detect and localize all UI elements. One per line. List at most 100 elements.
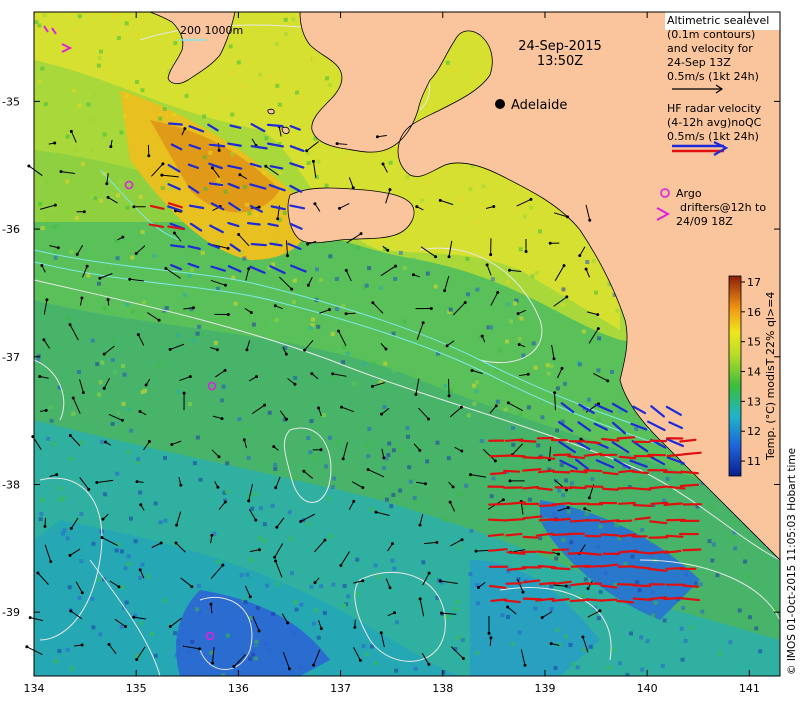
altimetry-vector-head bbox=[463, 301, 467, 305]
sst-pixel bbox=[291, 630, 296, 635]
altimetry-vector-head bbox=[418, 523, 422, 527]
sst-pixel bbox=[254, 639, 259, 644]
altimetry-vector-head bbox=[257, 629, 261, 633]
sst-pixel bbox=[475, 601, 480, 606]
altimetry-vector-head bbox=[147, 440, 151, 444]
sst-pixel bbox=[758, 649, 763, 654]
sst-pixel bbox=[408, 479, 413, 484]
sst-pixel bbox=[309, 584, 314, 589]
sst-pixel bbox=[488, 56, 493, 61]
sst-pixel bbox=[346, 594, 351, 599]
altimetry-vector-head bbox=[448, 500, 452, 504]
sst-pixel bbox=[328, 254, 333, 259]
sst-pixel bbox=[74, 216, 79, 221]
sst-pixel bbox=[596, 417, 601, 422]
sst-pixel bbox=[311, 621, 316, 626]
sst-pixel bbox=[717, 651, 722, 656]
sst-pixel bbox=[311, 56, 316, 61]
hf-radar-vector bbox=[552, 470, 571, 474]
hf-radar-vector bbox=[632, 597, 653, 602]
altimetry-vector-head bbox=[44, 408, 48, 412]
sst-pixel bbox=[130, 309, 135, 314]
sst-pixel bbox=[405, 175, 410, 180]
sst-pixel bbox=[245, 202, 250, 207]
altimetry-vector-head bbox=[286, 621, 290, 625]
sst-pixel bbox=[568, 642, 573, 647]
altimetry-vector-head bbox=[306, 283, 310, 287]
altimetry-vector-head bbox=[242, 438, 246, 442]
sst-pixel bbox=[51, 441, 56, 446]
sst-pixel bbox=[254, 213, 259, 218]
lon-tick-label: 137 bbox=[330, 682, 351, 695]
sst-pixel bbox=[139, 621, 144, 626]
altimetry-vector-head bbox=[217, 148, 221, 152]
lon-tick-label: 141 bbox=[739, 682, 760, 695]
sst-pixel bbox=[596, 545, 601, 550]
altimetry-vector-head bbox=[273, 304, 277, 308]
sst-pixel bbox=[588, 644, 593, 649]
sst-pixel bbox=[153, 653, 158, 658]
sst-pixel bbox=[327, 83, 332, 88]
sst-pixel bbox=[267, 648, 272, 653]
altimetry-vector-head bbox=[105, 182, 109, 186]
sst-pixel bbox=[162, 598, 167, 603]
lat-tick-label: -36 bbox=[2, 223, 20, 236]
sst-pixel bbox=[89, 148, 94, 153]
sst-pixel bbox=[225, 489, 230, 494]
altimetry-vector-head bbox=[381, 162, 385, 166]
sst-pixel bbox=[566, 509, 571, 514]
sst-pixel bbox=[700, 609, 705, 614]
sst-pixel bbox=[98, 380, 103, 385]
altimetry-vector-head bbox=[120, 418, 124, 422]
sst-pixel bbox=[710, 505, 715, 510]
altimetry-vector-head bbox=[460, 449, 464, 453]
sst-pixel bbox=[561, 493, 566, 498]
sst-pixel bbox=[387, 441, 392, 446]
lat-tick-label: -37 bbox=[2, 351, 20, 364]
sst-pixel bbox=[754, 626, 759, 631]
altimetry-vector-head bbox=[107, 642, 111, 646]
sst-pixel bbox=[279, 90, 284, 95]
altimetry-vector-head bbox=[331, 372, 335, 376]
sst-pixel bbox=[134, 80, 139, 85]
altimetry-vector-head bbox=[517, 342, 521, 346]
sst-pixel bbox=[331, 582, 336, 587]
altimetry-vector-head bbox=[374, 510, 378, 514]
altimetry-vector-head bbox=[56, 246, 60, 250]
hf-radar-vector bbox=[665, 534, 684, 538]
sst-pixel bbox=[553, 665, 558, 670]
hf-radar-vector bbox=[569, 486, 587, 490]
sst-pixel bbox=[197, 324, 202, 329]
sst-pixel bbox=[277, 102, 282, 107]
sst-pixel bbox=[162, 455, 167, 460]
sst-pixel bbox=[153, 501, 158, 506]
altimetry-vector-head bbox=[223, 283, 227, 287]
sst-pixel bbox=[133, 539, 138, 544]
sst-pixel bbox=[445, 614, 450, 619]
sst-pixel bbox=[634, 427, 639, 432]
altimetry-vector-head bbox=[168, 347, 172, 351]
sst-pixel bbox=[114, 548, 119, 553]
sst-pixel bbox=[598, 589, 603, 594]
sst-pixel bbox=[504, 339, 509, 344]
sst-pixel bbox=[186, 650, 191, 655]
sst-pixel bbox=[475, 650, 480, 655]
sst-pixel bbox=[456, 635, 461, 640]
lon-tick-label: 139 bbox=[534, 682, 555, 695]
sst-pixel bbox=[228, 44, 233, 49]
sst-pixel bbox=[100, 360, 105, 365]
sst-pixel bbox=[498, 348, 503, 353]
altimetry-vector-head bbox=[529, 197, 533, 201]
sst-pixel bbox=[205, 86, 210, 91]
altimetry-vector-head bbox=[388, 188, 392, 192]
sst-pixel bbox=[213, 340, 218, 345]
sst-pixel bbox=[265, 583, 270, 588]
sst-pixel bbox=[306, 521, 311, 526]
altimetry-vector-head bbox=[286, 254, 290, 258]
map-time: 13:50Z bbox=[537, 54, 583, 69]
sst-pixel bbox=[223, 189, 228, 194]
altimetry-vector-head bbox=[42, 338, 46, 342]
altimetry-vector-head bbox=[59, 170, 63, 174]
sst-pixel bbox=[115, 411, 120, 416]
hf-radar-vector bbox=[618, 455, 637, 460]
